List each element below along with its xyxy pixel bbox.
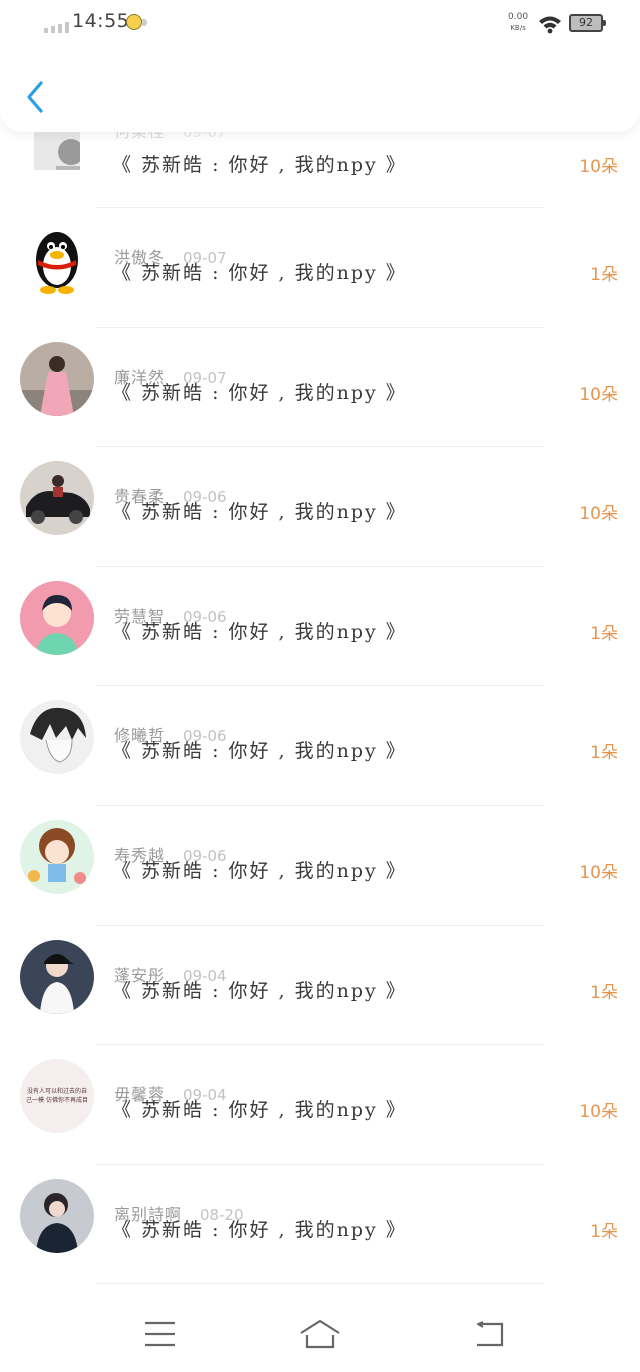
gift-count: 1朵 <box>590 623 618 644</box>
avatar[interactable] <box>20 341 94 416</box>
message-text: 《 苏新皓 : 你好 , 我的npy 》 <box>112 740 407 763</box>
signal-icon <box>44 22 69 33</box>
message-text: 《 苏新皓 : 你好 , 我的npy 》 <box>112 262 407 284</box>
avatar[interactable] <box>20 700 94 775</box>
menu-icon <box>145 1321 175 1347</box>
emoji-icon <box>126 14 147 30</box>
net-speed: 0.00 KB/s <box>508 12 528 34</box>
back-button[interactable] <box>18 76 52 118</box>
page: 14:55 0.00 KB/s 92 何栾桂09-07《 苏新皓 : 你好 , … <box>0 0 640 1372</box>
message-text: 《 苏新皓 : 你好 , 我的npy 》 <box>112 501 407 524</box>
avatar[interactable]: 没有人可以和过去的自己一模 仿佛你不再成目 <box>20 1059 94 1134</box>
back-icon <box>477 1321 504 1347</box>
battery-icon: 92 <box>569 14 606 32</box>
avatar[interactable] <box>20 580 94 655</box>
gift-count: 1朵 <box>590 1221 618 1242</box>
chevron-left-icon <box>27 81 43 113</box>
status-time: 14:55 <box>72 10 130 32</box>
avatar-text: 没有人可以和过去的自己一模 仿佛你不再成目 <box>26 1088 88 1105</box>
gift-count: 10朵 <box>579 157 618 177</box>
list-item[interactable]: 贵春柔 09-06 《 苏新皓 : 你好 , 我的npy 》 10朵 <box>0 447 640 567</box>
gift-count: 10朵 <box>579 504 618 525</box>
gift-count: 1朵 <box>590 265 618 285</box>
avatar[interactable] <box>20 222 94 296</box>
bottom-nav-bar <box>0 1300 640 1372</box>
gift-count: 1朵 <box>590 743 618 764</box>
gift-count: 10朵 <box>579 862 618 883</box>
wifi-icon <box>539 16 561 34</box>
list-item[interactable]: 洪傲冬 09-07 《 苏新皓 : 你好 , 我的npy 》 1朵 <box>0 208 640 328</box>
net-speed-unit: KB/s <box>510 24 526 32</box>
list-item[interactable]: 廉洋然 09-07 《 苏新皓 : 你好 , 我的npy 》 10朵 <box>0 328 640 448</box>
message-text: 《 苏新皓 : 你好 , 我的npy 》 <box>112 979 407 1002</box>
gift-count: 10朵 <box>579 1102 618 1123</box>
gift-count: 10朵 <box>579 384 618 405</box>
avatar[interactable] <box>20 819 94 894</box>
message-text: 《 苏新皓 : 你好 , 我的npy 》 <box>112 1099 407 1122</box>
list-item[interactable]: 劳慧智 09-06 《 苏新皓 : 你好 , 我的npy 》 1朵 <box>0 567 640 687</box>
message-text: 《 苏新皓 : 你好 , 我的npy 》 <box>112 859 407 882</box>
gift-count: 1朵 <box>590 982 618 1003</box>
avatar[interactable] <box>20 461 94 536</box>
message-text: 《 苏新皓 : 你好 , 我的npy 》 <box>112 381 407 404</box>
net-speed-value: 0.00 <box>508 12 529 22</box>
battery-level: 92 <box>579 16 593 29</box>
avatar[interactable] <box>20 939 94 1014</box>
header: 14:55 0.00 KB/s 92 <box>0 0 640 132</box>
message-text: 《 苏新皓 : 你好 , 我的npy 》 <box>112 620 407 643</box>
message-text: 《 苏新皓 : 你好 , 我的npy 》 <box>112 1218 407 1241</box>
back-nav-button[interactable] <box>466 1318 510 1350</box>
home-button[interactable] <box>298 1318 342 1350</box>
list-item[interactable]: 离别詩啊 08-20 《 苏新皓 : 你好 , 我的npy 》 1朵 <box>0 1165 640 1285</box>
status-bar: 14:55 0.00 KB/s 92 <box>0 0 640 48</box>
list-item[interactable]: 寿秀越 09-06 《 苏新皓 : 你好 , 我的npy 》 10朵 <box>0 806 640 926</box>
avatar[interactable] <box>20 1178 94 1253</box>
list-item[interactable]: 没有人可以和过去的自己一模 仿佛你不再成目 毋馨蓉 09-04 《 苏新皓 : 你好 … <box>0 1045 640 1165</box>
gift-list: 何栾桂09-07《 苏新皓 : 你好 , 我的npy 》10朵洪傲冬09-07《… <box>0 100 640 1285</box>
list-item[interactable]: 修曦哲 09-06 《 苏新皓 : 你好 , 我的npy 》 1朵 <box>0 686 640 806</box>
menu-button[interactable] <box>138 1318 182 1350</box>
row-divider <box>96 1283 544 1285</box>
home-icon <box>300 1319 340 1349</box>
list-item[interactable]: 蓬安彤 09-04 《 苏新皓 : 你好 , 我的npy 》 1朵 <box>0 926 640 1046</box>
message-text: 《 苏新皓 : 你好 , 我的npy 》 <box>112 154 407 176</box>
